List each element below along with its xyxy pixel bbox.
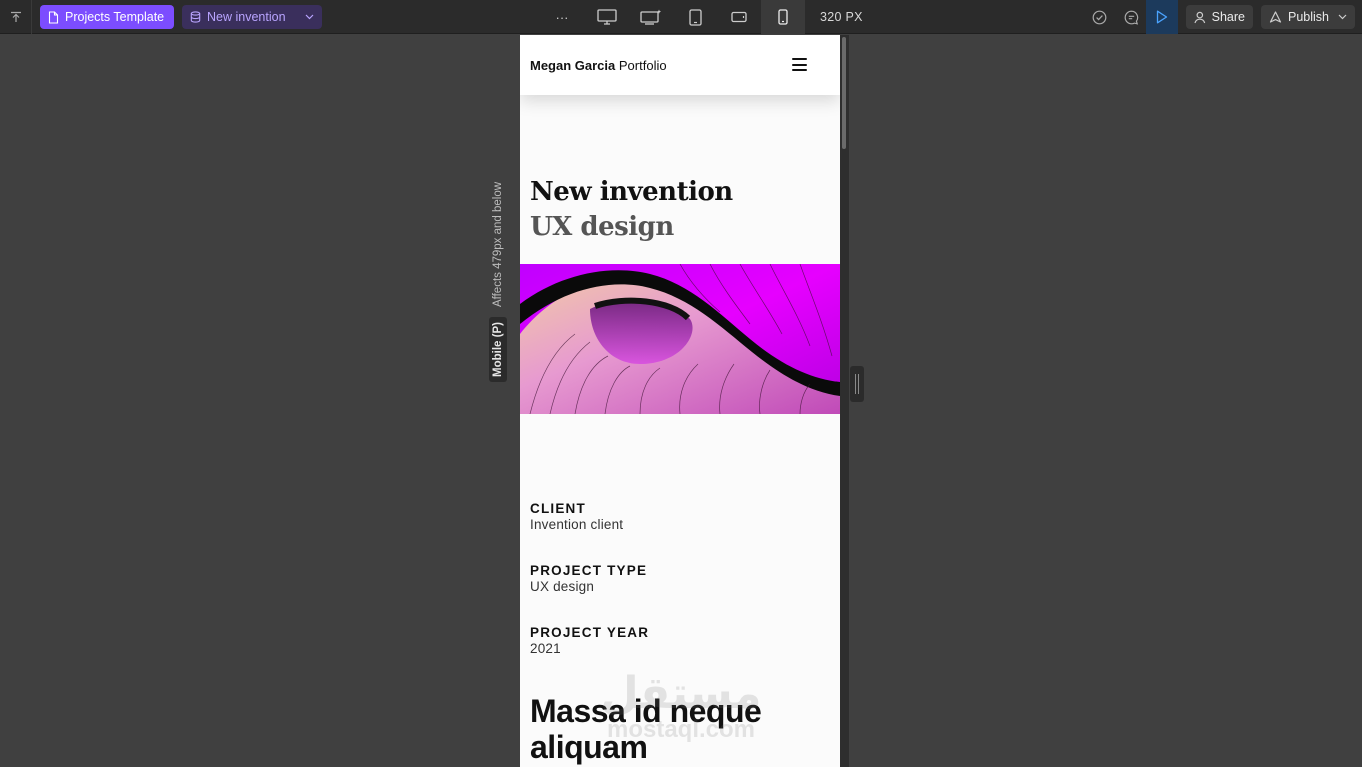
breakpoint-desktop-button[interactable] — [585, 0, 629, 34]
publish-button[interactable]: Publish — [1261, 5, 1355, 29]
meta-project-type: PROJECT TYPE UX design — [530, 563, 830, 595]
rocket-icon — [1269, 10, 1282, 23]
comments-button[interactable] — [1116, 0, 1146, 34]
projects-template-label: Projects Template — [65, 10, 165, 24]
breakpoint-note: Affects 479px and below — [492, 181, 504, 308]
brand-name: Megan Garcia — [530, 57, 616, 73]
meta-value: UX design — [530, 579, 595, 594]
breakpoint-side-label: Mobile (P) Affects 479px and below — [488, 170, 508, 382]
canvas-resize-handle[interactable] — [850, 366, 864, 402]
play-icon — [1156, 10, 1168, 24]
scrollbar-thumb[interactable] — [842, 37, 846, 149]
meta-value: Invention client — [530, 517, 624, 532]
phone-portrait-icon — [778, 9, 788, 25]
publish-label: Publish — [1288, 10, 1329, 24]
more-breakpoints-button[interactable]: ··· — [540, 0, 584, 34]
page-icon — [48, 10, 59, 24]
status-check-button[interactable] — [1084, 0, 1114, 34]
chevron-down-icon — [305, 14, 314, 20]
meta-project-year: PROJECT YEAR 2021 — [530, 625, 830, 657]
breakpoint-mobile-portrait-button[interactable] — [761, 0, 805, 34]
meta-label: PROJECT YEAR — [530, 625, 650, 640]
share-label: Share — [1211, 10, 1245, 24]
projects-template-button[interactable]: Projects Template — [40, 5, 174, 29]
preview-button[interactable] — [1146, 0, 1178, 34]
meta-client: CLIENT Invention client — [530, 501, 830, 533]
canvas-frame[interactable]: Megan Garcia Portfolio New invention UX … — [520, 35, 840, 767]
hero-image — [520, 264, 840, 414]
breakpoint-tag: Mobile (P) — [489, 317, 507, 382]
top-toolbar: Projects Template New invention ··· 320 … — [0, 0, 1362, 34]
section-title: Massa id neque aliquam — [530, 693, 762, 765]
more-dots: ··· — [555, 9, 569, 25]
canvas-scrollbar[interactable] — [840, 35, 849, 767]
page-select-dropdown[interactable]: New invention — [182, 5, 322, 29]
user-icon — [1194, 11, 1206, 23]
desktop-icon — [597, 9, 617, 25]
hamburger-menu-icon[interactable] — [792, 58, 807, 71]
canvas-width-readout[interactable]: 320 PX — [820, 0, 863, 34]
hero-title: New invention — [530, 177, 733, 207]
breakpoint-mobile-landscape-button[interactable] — [717, 0, 761, 34]
check-circle-icon — [1092, 10, 1106, 24]
comment-icon — [1124, 10, 1138, 25]
arrow-up-bar-icon — [10, 11, 21, 22]
database-icon — [190, 11, 201, 23]
page-select-label: New invention — [207, 10, 286, 24]
phone-landscape-icon — [731, 11, 747, 23]
breakpoint-large-button[interactable] — [629, 0, 673, 34]
share-button[interactable]: Share — [1186, 5, 1253, 29]
site-brand[interactable]: Megan Garcia Portfolio — [530, 58, 667, 73]
hero-subtitle: UX design — [530, 212, 674, 242]
tablet-icon — [688, 8, 702, 26]
site-navbar: Megan Garcia Portfolio — [520, 35, 840, 95]
chevron-down-icon — [1338, 14, 1347, 20]
meta-label: CLIENT — [530, 501, 586, 516]
brand-suffix: Portfolio — [618, 57, 667, 73]
breakpoint-tablet-button[interactable] — [673, 0, 717, 34]
collapse-panel-button[interactable] — [0, 0, 32, 34]
desktop-star-icon — [640, 9, 662, 25]
meta-value: 2021 — [530, 641, 561, 656]
meta-label: PROJECT TYPE — [530, 563, 648, 578]
